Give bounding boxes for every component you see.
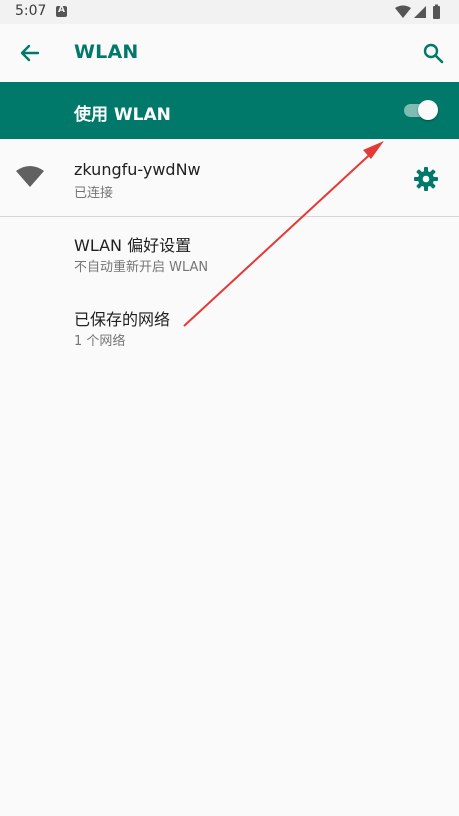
- wlan-preferences-title: WLAN 偏好设置: [74, 236, 192, 255]
- notification-letter: A: [58, 5, 65, 15]
- page-title: WLAN: [74, 41, 139, 63]
- search-icon[interactable]: [417, 37, 449, 69]
- connected-network-row[interactable]: zkungfu-ywdNw 已连接: [0, 143, 459, 215]
- gear-icon[interactable]: [411, 164, 441, 194]
- master-switch-label: 使用 WLAN: [74, 105, 171, 125]
- saved-networks-subtitle: 1 个网络: [74, 334, 126, 349]
- wlan-master-switch-row[interactable]: 使用 WLAN: [0, 82, 459, 139]
- saved-networks-item[interactable]: 已保存的网络 1 个网络: [0, 291, 459, 365]
- battery-icon: [433, 6, 440, 19]
- toggle-thumb: [418, 100, 438, 120]
- system-icons: [395, 4, 440, 19]
- wlan-toggle[interactable]: [400, 98, 440, 122]
- network-status: 已连接: [74, 186, 114, 201]
- signal-icon: [414, 6, 426, 18]
- notification-icon: A: [56, 5, 67, 17]
- back-arrow-icon[interactable]: [14, 37, 46, 69]
- status-time: 5:07: [15, 3, 47, 19]
- app-bar: WLAN: [0, 24, 459, 82]
- wlan-preferences-subtitle: 不自动重新开启 WLAN: [74, 260, 209, 275]
- saved-networks-title: 已保存的网络: [74, 310, 171, 329]
- wifi-status-icon: [395, 5, 411, 18]
- network-name: zkungfu-ywdNw: [74, 160, 201, 179]
- status-bar: 5:07 A: [0, 0, 459, 24]
- wifi-icon: [16, 166, 44, 187]
- wlan-preferences-item[interactable]: WLAN 偏好设置 不自动重新开启 WLAN: [0, 217, 459, 291]
